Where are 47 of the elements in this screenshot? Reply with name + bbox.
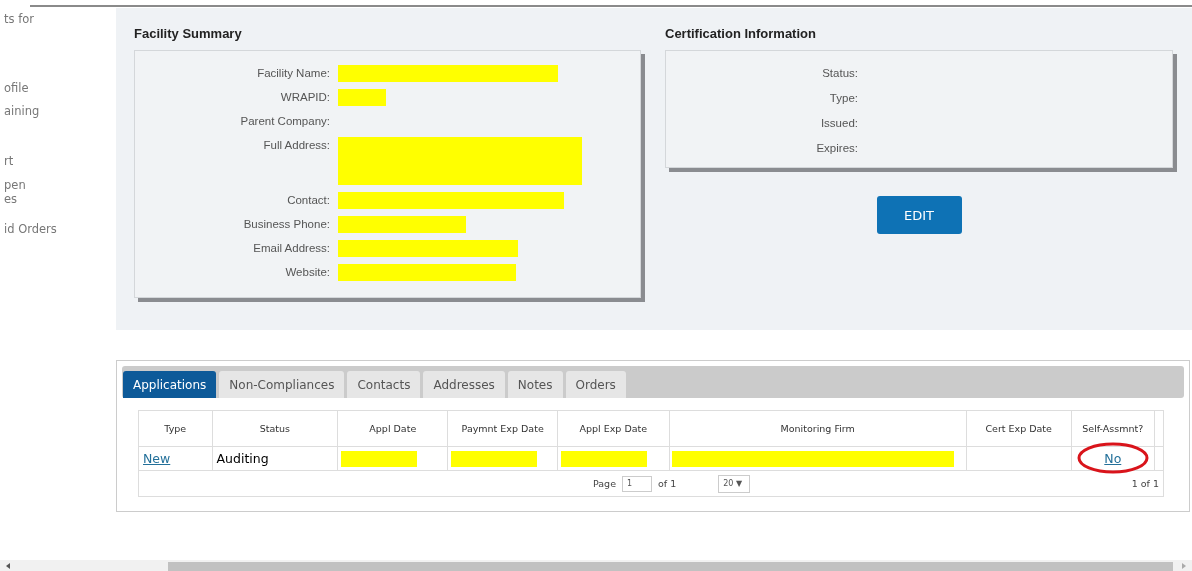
edit-button[interactable]: EDIT <box>876 196 962 234</box>
field-label: Facility Name: <box>256 66 330 81</box>
tab[interactable]: Addresses <box>423 371 505 398</box>
sidebar-item[interactable]: ofile <box>0 81 116 95</box>
scrollbar-thumb[interactable] <box>168 562 1173 571</box>
column-header[interactable]: Appl Date <box>337 410 448 447</box>
field-label: Issued: <box>819 116 858 131</box>
page-input[interactable]: 1 <box>622 475 652 492</box>
tab[interactable]: Applications <box>123 371 217 398</box>
field-label: Business Phone: <box>242 217 330 232</box>
column-header[interactable]: Monitoring Firm <box>669 410 967 447</box>
field-label: WRAPID: <box>279 90 330 105</box>
field-label: Contact: <box>286 193 330 208</box>
field-label: Status: <box>821 66 858 81</box>
field-label: Expires: <box>815 141 858 156</box>
tab[interactable]: Orders <box>565 371 626 398</box>
sidebar-item[interactable]: es <box>0 192 116 206</box>
field-label: Type: <box>828 91 858 106</box>
column-header[interactable]: Cert Exp Date <box>966 410 1072 447</box>
sidebar-item[interactable]: pen <box>0 178 116 192</box>
column-header[interactable]: Self-Assmnt? <box>1071 410 1155 447</box>
tab[interactable]: Notes <box>507 371 563 398</box>
column-header[interactable]: Paymnt Exp Date <box>447 410 558 447</box>
field-label: Parent Company: <box>239 114 330 129</box>
sidebar-item[interactable]: ts for <box>0 12 116 26</box>
section-title: Facility Summary <box>134 26 243 41</box>
horizontal-scrollbar[interactable] <box>0 560 1192 571</box>
page-size-select[interactable]: 20 ▼ <box>718 474 751 493</box>
record-count: 1 of 1 <box>1131 478 1159 489</box>
field-label: Full Address: <box>262 138 330 153</box>
table-link[interactable]: No <box>1104 451 1122 466</box>
column-header[interactable]: Appl Exp Date <box>557 410 670 447</box>
column-header[interactable]: Status <box>212 410 338 447</box>
table-cell: Auditing <box>216 451 269 466</box>
column-header[interactable]: Type <box>138 410 213 447</box>
field-label: Website: <box>284 265 330 280</box>
field-label: Email Address: <box>252 241 330 256</box>
sidebar-item[interactable]: id Orders <box>0 222 116 236</box>
tab[interactable]: Contacts <box>347 371 421 398</box>
sidebar-item[interactable]: aining <box>0 104 116 118</box>
page-count: of 1 <box>658 478 677 489</box>
sidebar-item[interactable]: rt <box>0 154 116 168</box>
left-arrow-icon[interactable] <box>6 563 10 569</box>
section-title: Certification Information <box>665 26 817 41</box>
tab[interactable]: Non-Compliances <box>219 371 345 398</box>
page-label: Page <box>593 478 616 489</box>
right-arrow-icon[interactable] <box>1182 563 1186 569</box>
